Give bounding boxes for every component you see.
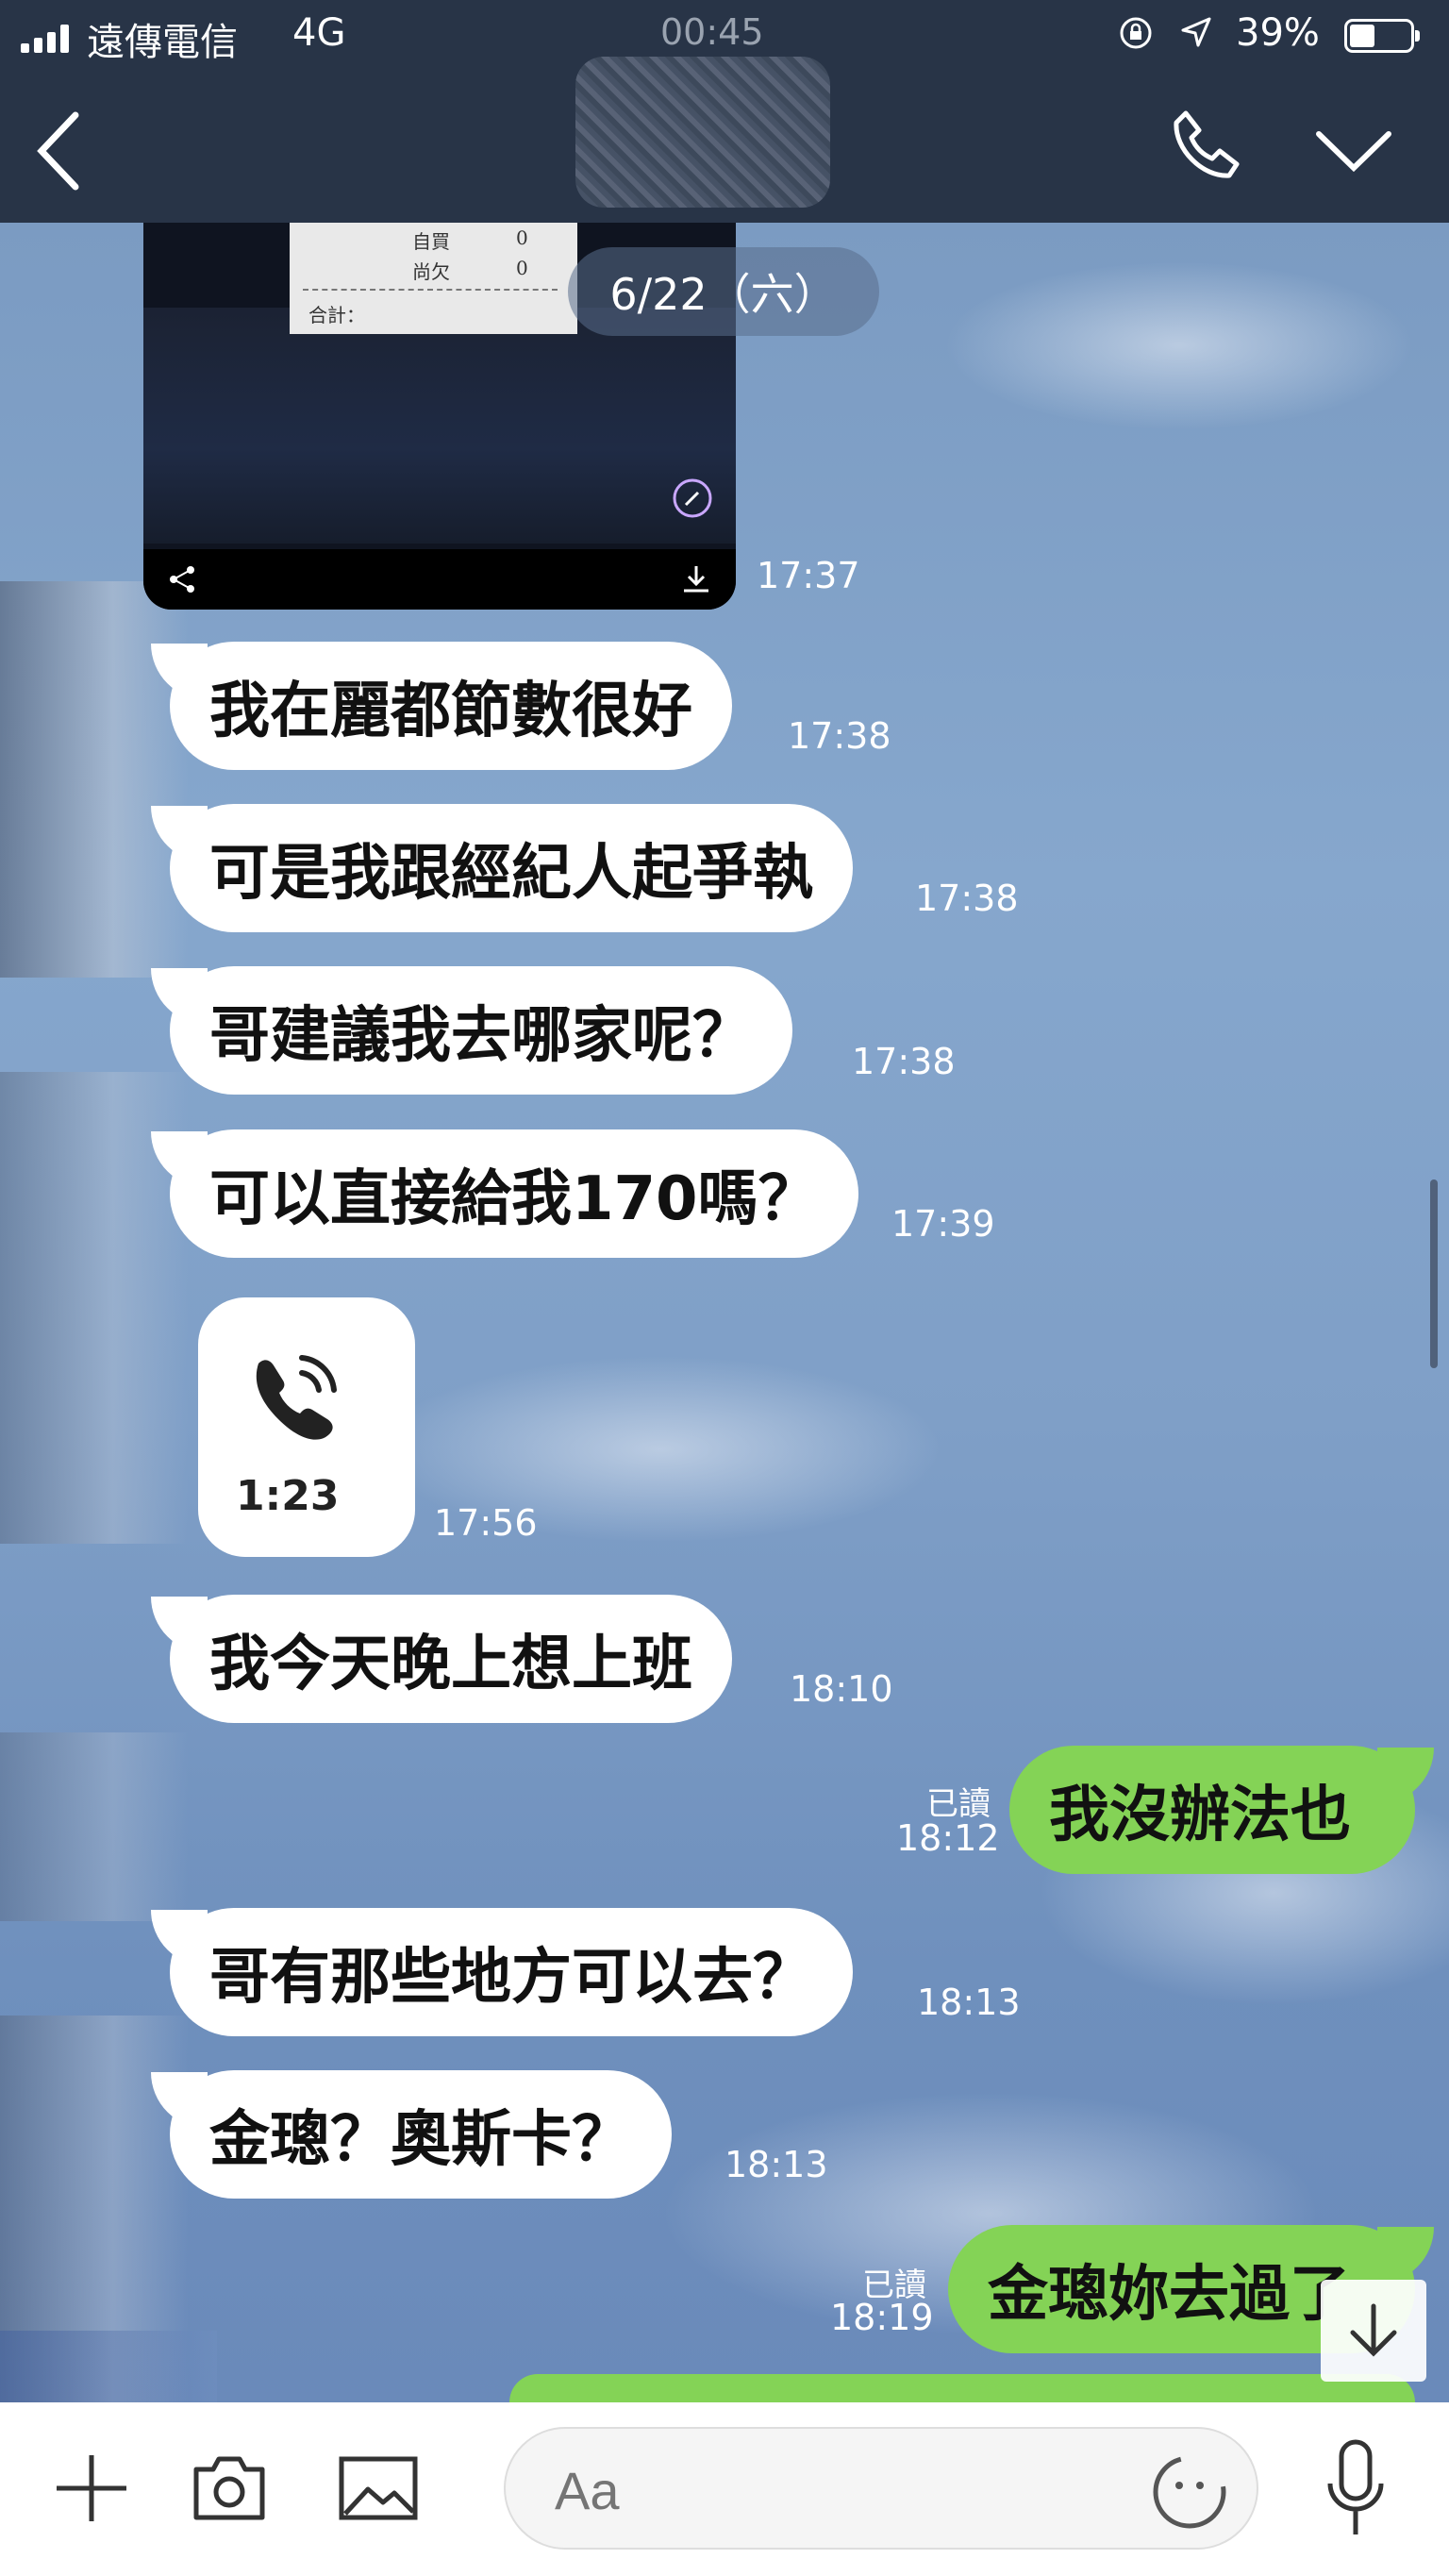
message-input-box[interactable] <box>504 2427 1258 2550</box>
message-time: 18:13 <box>917 1982 1021 2023</box>
message-input[interactable] <box>553 2450 1123 2531</box>
photo-content <box>143 308 736 544</box>
contact-name-redacted <box>575 57 830 208</box>
call-duration: 1:23 <box>236 1472 340 1520</box>
scroll-to-bottom-button[interactable] <box>1321 2280 1426 2382</box>
message-bubble-incoming[interactable]: 我在麗都節數很好 <box>151 642 732 770</box>
share-icon[interactable] <box>166 562 200 596</box>
chevron-down-icon[interactable] <box>1311 123 1396 179</box>
emoji-icon[interactable] <box>1147 2450 1232 2534</box>
receipt-value: 0 <box>516 226 528 249</box>
message-bubble-incoming[interactable]: 我今天晚上想上班 <box>151 1595 732 1723</box>
status-time: 00:45 <box>660 11 764 53</box>
message-time: 18:19 <box>830 2297 934 2338</box>
receipt-value: 0 <box>516 257 528 279</box>
network-type: 4G <box>292 11 346 55</box>
message-bubble-outgoing-partial <box>509 2374 1415 2402</box>
scrollbar[interactable] <box>1430 1179 1438 1368</box>
plus-icon[interactable] <box>49 2446 134 2531</box>
location-arrow-icon <box>1181 17 1211 47</box>
date-separator: 6/22（六） <box>568 247 879 336</box>
call-message[interactable]: 1:23 <box>198 1297 415 1557</box>
message-time: 18:13 <box>724 2144 828 2185</box>
message-time: 17:37 <box>757 555 860 596</box>
image-icon[interactable] <box>336 2446 421 2531</box>
message-bubble-incoming[interactable]: 哥建議我去哪家呢？ <box>151 966 792 1095</box>
message-bubble-incoming[interactable]: 可是我跟經紀人起爭執 <box>151 804 853 932</box>
download-icon[interactable] <box>679 562 713 596</box>
battery-percent: 39% <box>1236 11 1320 55</box>
chat-header <box>0 57 1449 223</box>
photo-toolbar <box>143 549 736 610</box>
receipt-paper: 自買 0 尚欠 0 合計： <box>290 223 577 334</box>
message-bubble-outgoing[interactable]: 我沒辦法也 <box>1009 1746 1434 1874</box>
message-time: 17:56 <box>434 1502 538 1544</box>
message-time: 17:38 <box>788 715 891 757</box>
receipt-total-label: 合計： <box>308 304 365 326</box>
message-time: 17:39 <box>891 1203 995 1245</box>
message-time: 18:10 <box>790 1668 893 1710</box>
receipt-label: 自買 <box>412 230 450 253</box>
edit-icon[interactable] <box>672 477 713 519</box>
phone-call-icon <box>256 1355 337 1440</box>
message-time: 17:38 <box>915 878 1019 919</box>
carrier-name: 遠傳電信 <box>87 21 238 64</box>
rotation-lock-icon <box>1120 17 1152 49</box>
arrow-down-icon <box>1350 2303 1397 2357</box>
input-bar <box>0 2402 1449 2576</box>
message-bubble-incoming[interactable]: 可以直接給我170嗎？ <box>151 1129 858 1258</box>
message-time: 18:12 <box>896 1817 1000 1859</box>
microphone-icon[interactable] <box>1313 2436 1398 2540</box>
signal-icon <box>21 23 69 53</box>
phone-call-icon[interactable] <box>1165 104 1250 189</box>
camera-icon[interactable] <box>187 2446 272 2531</box>
message-time: 17:38 <box>852 1041 956 1082</box>
message-bubble-incoming[interactable]: 哥有那些地方可以去？ <box>151 1908 853 2036</box>
message-bubble-incoming[interactable]: 金璁？奧斯卡？ <box>151 2070 672 2199</box>
receipt-label: 尚欠 <box>412 260 450 283</box>
back-arrow-icon[interactable] <box>28 104 94 198</box>
battery-icon <box>1344 19 1420 53</box>
